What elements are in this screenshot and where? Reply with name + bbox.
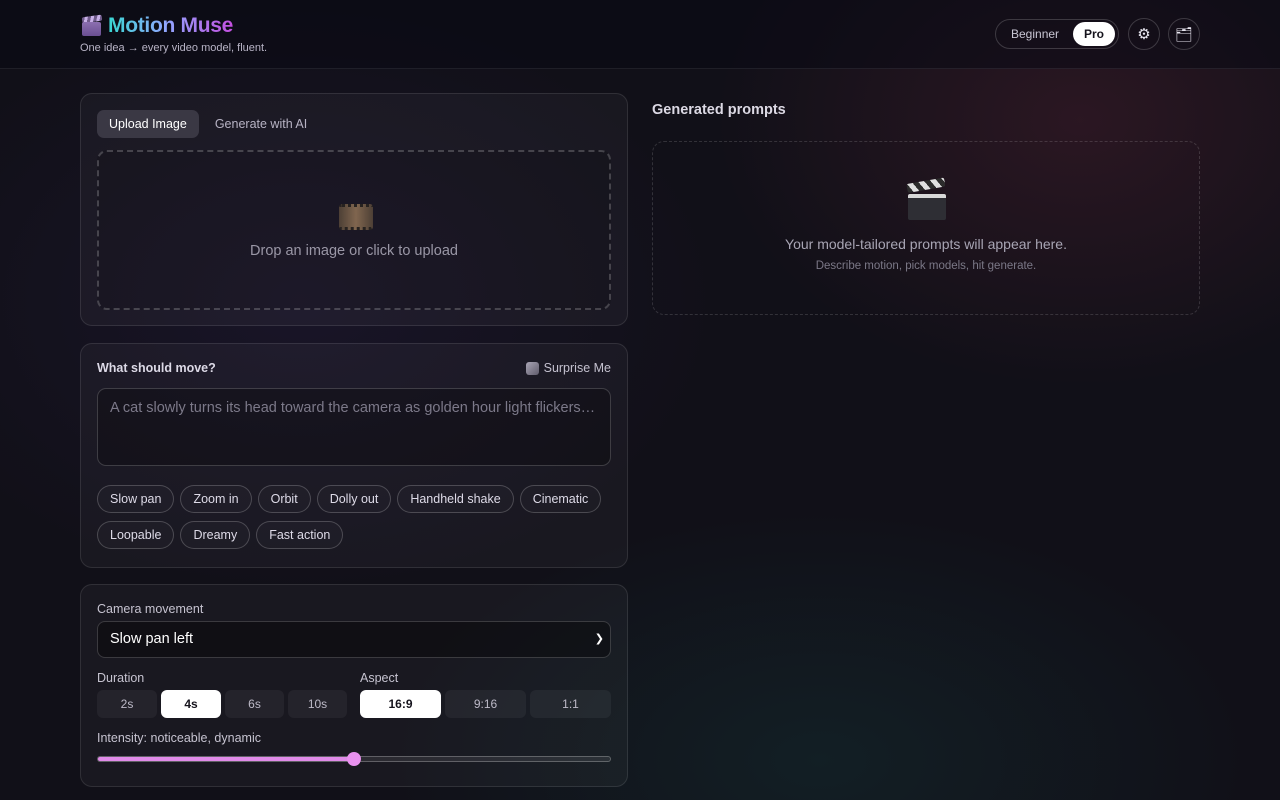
empty-state-message: Your model-tailored prompts will appear …	[785, 236, 1067, 252]
generated-prompts-title: Generated prompts	[652, 102, 786, 118]
mode-toggle[interactable]: Beginner Pro	[995, 19, 1119, 49]
generated-prompts-empty-state: Your model-tailored prompts will appear …	[652, 141, 1200, 315]
image-dropzone[interactable]: Drop an image or click to upload	[97, 150, 611, 310]
source-panel: Upload Image Generate with AI Drop an im…	[80, 93, 628, 326]
duration-option-4s[interactable]: 4s	[161, 690, 221, 718]
motion-panel: What should move? Surprise Me Slow pan Z…	[80, 343, 628, 568]
dice-icon	[525, 361, 539, 375]
settings-panel: Camera movement Slow pan left ❯ Duration…	[80, 584, 628, 787]
chip-zoom-in[interactable]: Zoom in	[180, 485, 252, 513]
library-button[interactable]: 🗂	[1168, 18, 1200, 50]
chip-slow-pan[interactable]: Slow pan	[97, 485, 175, 513]
intensity-slider-thumb[interactable]	[347, 752, 361, 766]
empty-state-hint: Describe motion, pick models, hit genera…	[815, 260, 1037, 272]
camera-movement-label: Camera movement	[97, 602, 204, 616]
aspect-option-9-16[interactable]: 9:16	[445, 690, 526, 718]
chip-dolly-out[interactable]: Dolly out	[316, 485, 392, 513]
dropzone-text: Drop an image or click to upload	[250, 243, 458, 259]
aspect-selector: 16:9 9:16 1:1	[360, 690, 611, 718]
aspect-label: Aspect	[360, 671, 399, 685]
brand: Motion Muse One idea → every video model…	[80, 14, 267, 54]
surprise-me-button[interactable]: Surprise Me	[525, 361, 611, 375]
clapperboard-icon	[80, 14, 103, 37]
chip-loopable[interactable]: Loopable	[97, 521, 175, 549]
intensity-slider[interactable]	[97, 752, 611, 766]
mode-option-beginner[interactable]: Beginner	[999, 22, 1071, 46]
tab-upload-image[interactable]: Upload Image	[97, 110, 199, 138]
chip-orbit[interactable]: Orbit	[257, 485, 311, 513]
chip-cinematic[interactable]: Cinematic	[519, 485, 602, 513]
motion-chips: Slow pan Zoom in Orbit Dolly out Handhel…	[97, 485, 617, 549]
duration-option-2s[interactable]: 2s	[97, 690, 157, 718]
folder-icon: 🗂	[1175, 25, 1193, 42]
camera-movement-select[interactable]: Slow pan left ❯	[97, 621, 611, 658]
camera-movement-value: Slow pan left	[110, 631, 194, 647]
mode-option-pro[interactable]: Pro	[1072, 22, 1115, 46]
duration-selector: 2s 4s 6s 10s	[97, 690, 347, 718]
film-strip-icon	[339, 204, 373, 230]
settings-button[interactable]: ⚙	[1128, 18, 1160, 50]
chip-fast-action[interactable]: Fast action	[256, 521, 344, 549]
aspect-option-16-9[interactable]: 16:9	[360, 690, 441, 718]
chevron-down-icon: ❯	[594, 633, 604, 645]
chip-handheld-shake[interactable]: Handheld shake	[397, 485, 514, 513]
motion-label: What should move?	[97, 361, 216, 375]
brand-name: Motion Muse	[108, 14, 234, 37]
intensity-slider-fill	[98, 757, 354, 761]
source-tabs: Upload Image Generate with AI	[97, 110, 319, 138]
intensity-label: Intensity: noticeable, dynamic	[97, 731, 261, 745]
aspect-option-1-1[interactable]: 1:1	[530, 690, 611, 718]
motion-description-input[interactable]	[97, 388, 611, 466]
gear-icon: ⚙	[1137, 26, 1151, 43]
duration-option-6s[interactable]: 6s	[225, 690, 284, 718]
chip-dreamy[interactable]: Dreamy	[180, 521, 251, 549]
duration-option-10s[interactable]: 10s	[288, 690, 347, 718]
tab-generate-with-ai[interactable]: Generate with AI	[203, 110, 319, 138]
app-header: Motion Muse One idea → every video model…	[0, 0, 1280, 69]
brand-tagline: One idea → every video model, fluent.	[80, 42, 268, 54]
duration-label: Duration	[97, 671, 145, 685]
surprise-me-label: Surprise Me	[543, 361, 611, 375]
clapperboard-icon	[906, 177, 946, 220]
